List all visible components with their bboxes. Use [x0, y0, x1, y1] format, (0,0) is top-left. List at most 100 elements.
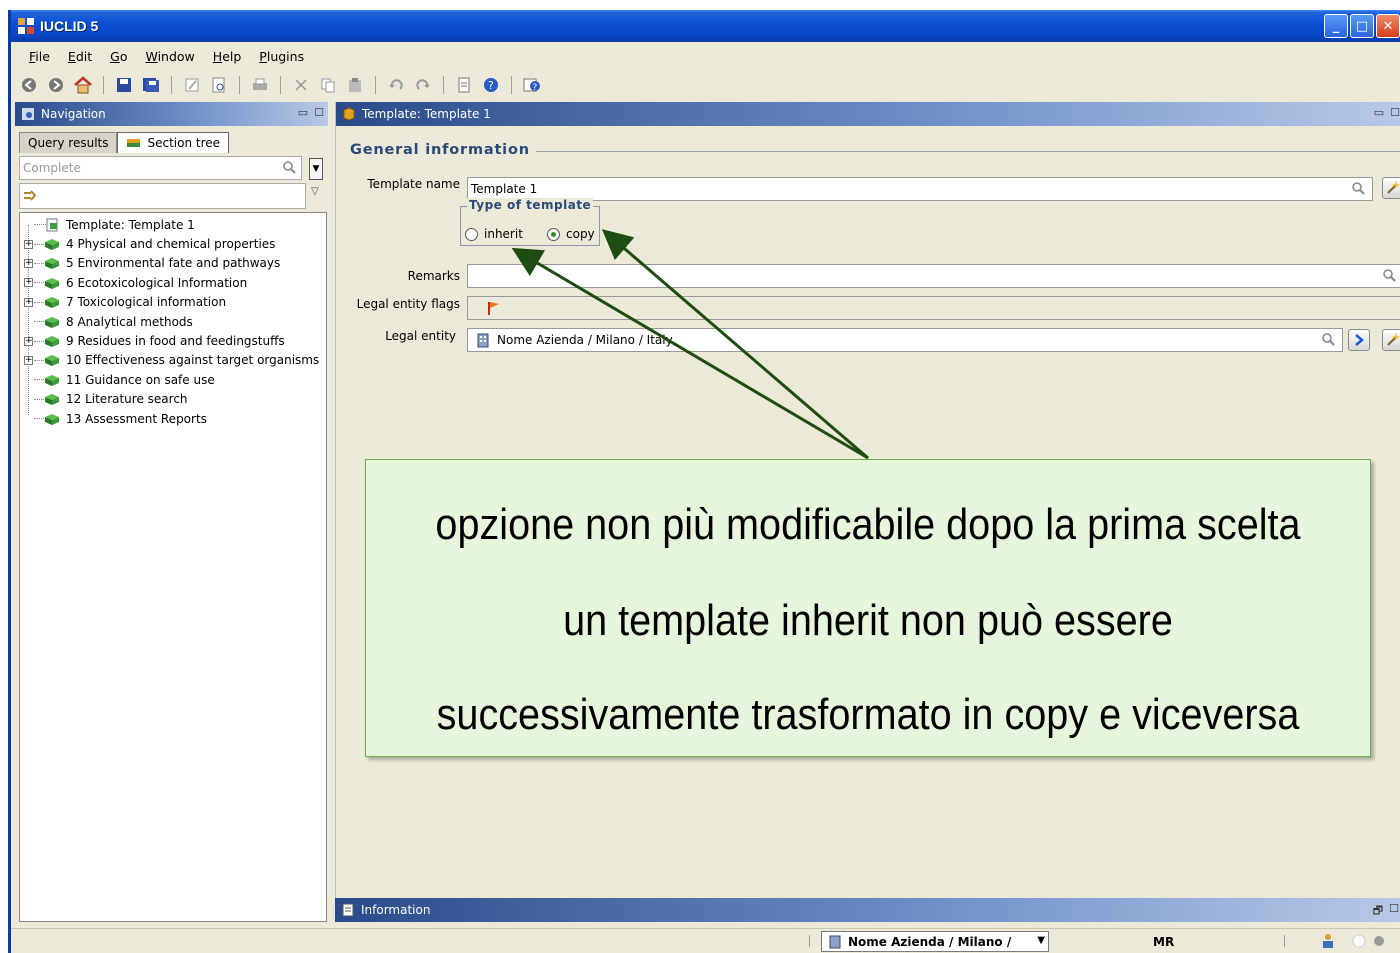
- tree-item[interactable]: +7 Toxicological information: [20, 293, 326, 312]
- information-panel-header[interactable]: Information 🗗 ☐: [335, 898, 1400, 922]
- search-icon[interactable]: [1322, 333, 1336, 347]
- tree-item-label: 9 Residues in food and feedingstuffs: [66, 334, 285, 349]
- restore-panel-icon[interactable]: 🗗: [1373, 902, 1383, 921]
- maximize-panel-icon[interactable]: ☐: [1390, 106, 1400, 119]
- title-bar[interactable]: IUCLID 5 _ □ ✕: [11, 10, 1400, 42]
- maximize-panel-icon[interactable]: ☐: [314, 106, 324, 119]
- tree-item[interactable]: 12 Literature search: [20, 390, 326, 409]
- help-icon[interactable]: ?: [481, 75, 501, 95]
- minimize-panel-icon[interactable]: ▭: [1374, 106, 1384, 119]
- close-button[interactable]: ✕: [1376, 14, 1400, 38]
- chevron-down-icon[interactable]: ▼: [1037, 935, 1045, 946]
- expand-icon[interactable]: +: [24, 336, 33, 346]
- tree-item-label: 5 Environmental fate and pathways: [66, 256, 281, 271]
- tree-item[interactable]: Template: Template 1: [20, 215, 326, 234]
- filter-input[interactable]: [19, 183, 306, 209]
- expand-icon[interactable]: +: [24, 297, 33, 307]
- tree-item[interactable]: +10 Effectiveness against target organis…: [20, 351, 326, 370]
- book-icon: [45, 374, 59, 386]
- expand-icon[interactable]: +: [24, 258, 33, 268]
- tree-item-label: 7 Toxicological information: [66, 295, 227, 310]
- paste-icon[interactable]: [345, 75, 365, 95]
- legal-entity-field[interactable]: Nome Azienda / Milano / Italy: [467, 328, 1343, 352]
- search-icon[interactable]: [1383, 269, 1397, 283]
- undo-icon[interactable]: [386, 75, 406, 95]
- menu-go[interactable]: Go: [101, 49, 136, 64]
- menu-file[interactable]: File: [20, 49, 59, 64]
- legal-entity-label: Legal entity: [385, 329, 456, 343]
- tab-query-results[interactable]: Query results: [19, 132, 118, 153]
- menu-window[interactable]: Window: [136, 49, 203, 64]
- tree-item[interactable]: 13 Assessment Reports: [20, 409, 326, 428]
- tree-item[interactable]: +6 Ecotoxicological Information: [20, 273, 326, 292]
- template-name-label: Template name: [367, 177, 460, 191]
- legal-entity-flags-field[interactable]: [467, 296, 1400, 320]
- search-dropdown-button[interactable]: ▼: [309, 158, 323, 180]
- maximize-panel-icon[interactable]: ☐: [1389, 902, 1399, 921]
- svg-text:?: ?: [533, 83, 538, 93]
- save-icon[interactable]: [114, 75, 134, 95]
- copy-icon[interactable]: [318, 75, 338, 95]
- navigation-panel: Navigation ▭ ☐ Query results Section tree…: [15, 102, 328, 934]
- minimize-panel-icon[interactable]: ▭: [298, 106, 308, 119]
- book-icon: [45, 297, 59, 309]
- save-all-icon[interactable]: [141, 75, 161, 95]
- back-icon[interactable]: [19, 75, 39, 95]
- flag-icon: [488, 302, 499, 315]
- filter-icon: [24, 190, 37, 201]
- expand-icon[interactable]: +: [24, 355, 33, 365]
- book-icon: [45, 355, 59, 367]
- menu-help[interactable]: Help: [204, 49, 251, 64]
- radio-inherit[interactable]: inherit: [465, 227, 523, 241]
- legal-entity-wand-button[interactable]: [1382, 329, 1400, 351]
- print-icon[interactable]: [250, 75, 270, 95]
- search-icon[interactable]: [283, 161, 297, 175]
- book-icon: [45, 239, 59, 251]
- home-icon[interactable]: [73, 75, 93, 95]
- window-title: IUCLID 5: [40, 18, 99, 34]
- cut-icon[interactable]: [291, 75, 311, 95]
- maximize-button[interactable]: □: [1350, 14, 1374, 38]
- books-icon: [127, 139, 141, 147]
- type-of-template-title: Type of template: [467, 198, 594, 212]
- template-editor-header: Template: Template 1 ▭ ☐: [336, 102, 1400, 126]
- user-initials: MR: [1153, 935, 1175, 949]
- minimize-button[interactable]: _: [1324, 14, 1348, 38]
- tree-item[interactable]: 8 Analytical methods: [20, 312, 326, 331]
- status-bar: Nome Azienda / Milano / ▼ MR: [11, 928, 1400, 953]
- status-idle-icon: [1352, 934, 1366, 948]
- tree-item[interactable]: 11 Guidance on safe use: [20, 370, 326, 389]
- search-input[interactable]: Complete: [19, 156, 302, 180]
- preview-icon[interactable]: [209, 75, 229, 95]
- document-icon[interactable]: [454, 75, 474, 95]
- forward-icon[interactable]: [46, 75, 66, 95]
- tree-item[interactable]: +5 Environmental fate and pathways: [20, 254, 326, 273]
- legal-entity-goto-button[interactable]: [1348, 329, 1370, 351]
- legal-entity-selector[interactable]: Nome Azienda / Milano / ▼: [821, 931, 1049, 952]
- menu-bar: File Edit Go Window Help Plugins: [11, 45, 313, 67]
- template-icon: [46, 218, 58, 232]
- radio-copy-circle[interactable]: [547, 227, 560, 241]
- expand-icon[interactable]: +: [24, 278, 33, 288]
- radio-copy[interactable]: copy: [547, 227, 595, 241]
- context-help-icon[interactable]: ?: [522, 75, 542, 95]
- filter-toggle-icon[interactable]: ▽: [311, 186, 319, 197]
- menu-edit[interactable]: Edit: [59, 49, 101, 64]
- toolbar: ? ?: [11, 72, 542, 98]
- tree-item[interactable]: +4 Physical and chemical properties: [20, 234, 326, 253]
- remarks-field[interactable]: [467, 264, 1400, 288]
- user-icon[interactable]: [1321, 933, 1335, 949]
- expand-icon[interactable]: +: [24, 239, 33, 249]
- tree-item-label: 6 Ecotoxicological Information: [66, 275, 248, 290]
- edit-icon[interactable]: [182, 75, 202, 95]
- menu-plugins[interactable]: Plugins: [250, 49, 313, 64]
- template-name-field[interactable]: Template 1: [467, 177, 1373, 201]
- tree-item[interactable]: +9 Residues in food and feedingstuffs: [20, 331, 326, 350]
- radio-inherit-circle[interactable]: [465, 227, 478, 241]
- redo-icon[interactable]: [413, 75, 433, 95]
- information-title: Information: [361, 903, 431, 917]
- search-icon[interactable]: [1352, 182, 1366, 196]
- template-name-wand-button[interactable]: [1382, 177, 1400, 199]
- section-title: General information: [350, 142, 530, 158]
- tab-section-tree[interactable]: Section tree: [117, 132, 230, 153]
